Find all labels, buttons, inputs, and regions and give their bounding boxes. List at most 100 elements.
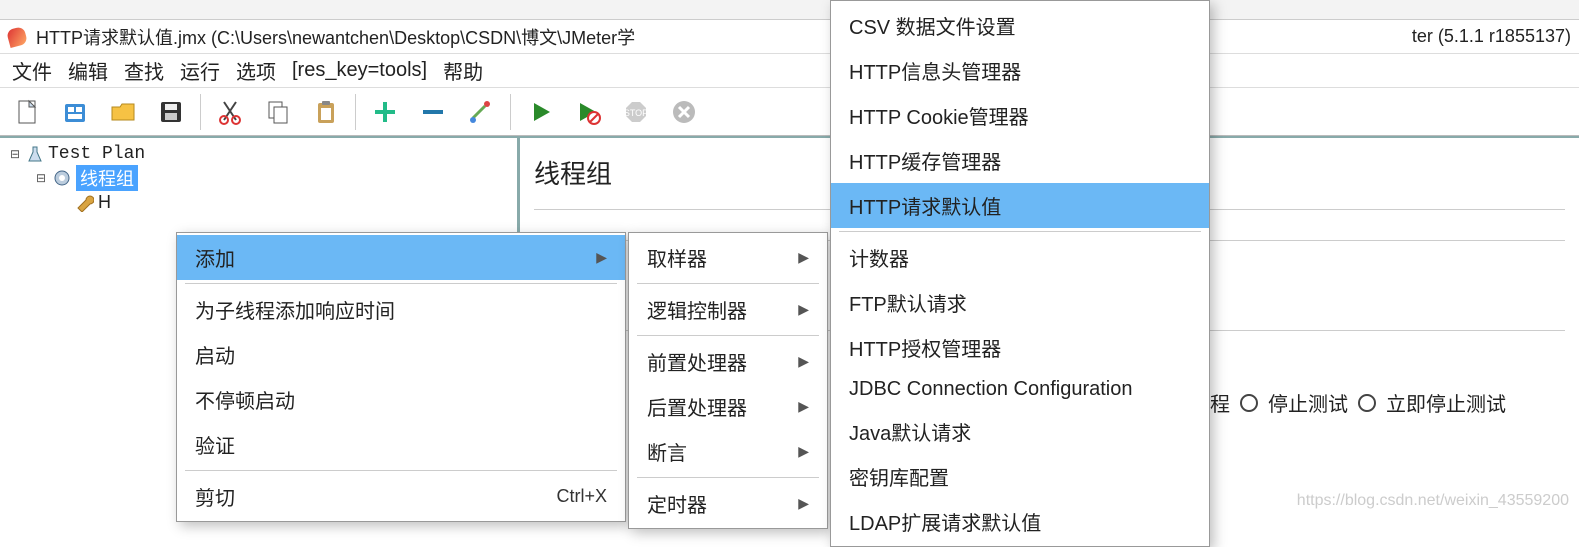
menu-item-java-defaults[interactable]: Java默认请求 <box>831 409 1209 454</box>
menu-item-ftp-defaults[interactable]: FTP默认请求 <box>831 280 1209 325</box>
tree-root-row[interactable]: ⊟ Test Plan <box>8 142 517 166</box>
menu-item-logic-controller[interactable]: 逻辑控制器 ▶ <box>629 287 827 332</box>
shutdown-icon[interactable] <box>663 92 705 132</box>
menu-item-add[interactable]: 添加 ▶ <box>177 235 625 280</box>
menu-help[interactable]: 帮助 <box>437 54 489 87</box>
menu-item-keystore-config[interactable]: 密钥库配置 <box>831 454 1209 499</box>
toolbar-separator <box>510 94 511 130</box>
menu-item-label: 断言 <box>647 437 687 466</box>
menu-item-label: 不停顿启动 <box>195 385 295 414</box>
menu-run[interactable]: 运行 <box>174 54 226 87</box>
chevron-right-icon: ▶ <box>798 301 809 318</box>
menu-tools[interactable]: [res_key=tools] <box>286 57 433 84</box>
menu-edit[interactable]: 编辑 <box>62 54 114 87</box>
menu-item-jdbc-connection[interactable]: JDBC Connection Configuration <box>831 370 1209 409</box>
menu-item-sampler[interactable]: 取样器▶ <box>629 235 827 280</box>
menu-item-label: Java默认请求 <box>849 417 971 446</box>
menu-item-label: HTTP授权管理器 <box>849 333 1001 362</box>
context-menu-main: 添加 ▶ 为子线程添加响应时间 启动 不停顿启动 验证 剪切 Ctrl+X <box>176 232 626 522</box>
menu-item-post-processor[interactable]: 后置处理器 ▶ <box>629 384 827 429</box>
menu-item-label: 逻辑控制器 <box>647 295 747 324</box>
browser-tabs <box>0 0 1579 20</box>
chevron-right-icon: ▶ <box>798 353 809 370</box>
start-no-pause-icon[interactable] <box>567 92 609 132</box>
radio-label-stop: 停止测试 <box>1268 388 1348 417</box>
menu-item-label: 剪切 <box>195 482 235 511</box>
stop-icon[interactable]: STOP <box>615 92 657 132</box>
collapse-icon[interactable] <box>412 92 454 132</box>
menu-item-http-request-defaults[interactable]: HTTP请求默认值 <box>831 183 1209 228</box>
menu-item-label: LDAP扩展请求默认值 <box>849 507 1041 536</box>
jmeter-feather-icon <box>6 25 28 47</box>
radio-label-prefix: 程 <box>1210 388 1230 417</box>
menu-item-label: 计数器 <box>849 243 909 272</box>
menu-item-start-no-pause[interactable]: 不停顿启动 <box>177 377 625 422</box>
templates-icon[interactable] <box>54 92 96 132</box>
menu-item-label: HTTP请求默认值 <box>849 191 1001 220</box>
menu-item-assertion[interactable]: 断言 ▶ <box>629 429 827 474</box>
menu-options[interactable]: 选项 <box>230 54 282 87</box>
menu-item-http-cache-manager[interactable]: HTTP缓存管理器 <box>831 138 1209 183</box>
toggle-icon[interactable] <box>460 92 502 132</box>
menu-item-label: HTTP信息头管理器 <box>849 56 1021 85</box>
tree-child-label: H <box>98 192 111 213</box>
menu-item-label: 前置处理器 <box>647 347 747 376</box>
menu-shortcut: Ctrl+X <box>556 486 607 507</box>
menu-item-http-auth-manager[interactable]: HTTP授权管理器 <box>831 325 1209 370</box>
menu-item-label: CSV 数据文件设置 <box>849 11 1016 40</box>
menu-item-label: 后置处理器 <box>647 392 747 421</box>
menu-item-label: 取样器 <box>647 243 707 272</box>
menu-item-start[interactable]: 启动 <box>177 332 625 377</box>
gear-icon <box>52 168 72 188</box>
menu-item-pre-processor[interactable]: 前置处理器 ▶ <box>629 339 827 384</box>
expand-icon[interactable] <box>364 92 406 132</box>
menu-item-label: HTTP Cookie管理器 <box>849 101 1029 130</box>
copy-icon[interactable] <box>257 92 299 132</box>
chevron-right-icon: ▶ <box>798 398 809 415</box>
menu-divider <box>637 283 819 284</box>
menu-item-counter[interactable]: 计数器 <box>831 235 1209 280</box>
menu-item-validate[interactable]: 验证 <box>177 422 625 467</box>
new-file-icon[interactable] <box>6 92 48 132</box>
chevron-right-icon: ▶ <box>596 249 607 266</box>
tree-root-label: Test Plan <box>48 144 145 164</box>
menu-item-label: JDBC Connection Configuration <box>849 378 1133 401</box>
menu-item-label: 验证 <box>195 430 235 459</box>
menu-item-label: 添加 <box>195 243 235 272</box>
menu-divider <box>185 470 617 471</box>
chevron-right-icon: ▶ <box>798 443 809 460</box>
svg-text:STOP: STOP <box>624 108 648 118</box>
menu-item-csv-data-set[interactable]: CSV 数据文件设置 <box>831 3 1209 48</box>
menu-item-timer[interactable]: 定时器▶ <box>629 481 827 526</box>
start-icon[interactable] <box>519 92 561 132</box>
menu-item-cut[interactable]: 剪切 Ctrl+X <box>177 474 625 519</box>
menu-file[interactable]: 文件 <box>6 54 58 87</box>
flask-icon <box>26 145 44 163</box>
window-title-right: ter (5.1.1 r1855137) <box>1412 26 1571 47</box>
menu-item-label: 为子线程添加响应时间 <box>195 295 395 324</box>
tree-child-row[interactable]: H <box>8 190 517 214</box>
toolbar: STOP <box>0 88 1579 136</box>
menu-divider <box>185 283 617 284</box>
cut-icon[interactable] <box>209 92 251 132</box>
window-titlebar: HTTP请求默认值.jmx (C:\Users\newantchen\Deskt… <box>0 20 1579 54</box>
menu-item-add-think-time[interactable]: 为子线程添加响应时间 <box>177 287 625 332</box>
radio-stop-now[interactable] <box>1358 394 1376 412</box>
radio-group: 程 停止测试 立即停止测试 <box>1210 388 1506 417</box>
menu-item-label: HTTP缓存管理器 <box>849 146 1001 175</box>
save-icon[interactable] <box>150 92 192 132</box>
tree-toggle-icon[interactable]: ⊟ <box>34 171 48 185</box>
menu-search[interactable]: 查找 <box>118 54 170 87</box>
menu-item-label: FTP默认请求 <box>849 288 967 317</box>
tree-thread-group-label: 线程组 <box>76 165 138 191</box>
paste-icon[interactable] <box>305 92 347 132</box>
menu-item-http-cookie-manager[interactable]: HTTP Cookie管理器 <box>831 93 1209 138</box>
tree-toggle-icon[interactable]: ⊟ <box>8 147 22 161</box>
tree-thread-group-row[interactable]: ⊟ 线程组 <box>8 166 517 190</box>
open-icon[interactable] <box>102 92 144 132</box>
chevron-right-icon: ▶ <box>798 495 809 512</box>
menu-item-http-header-manager[interactable]: HTTP信息头管理器 <box>831 48 1209 93</box>
radio-stop-test[interactable] <box>1240 394 1258 412</box>
menu-item-ldap-ext-defaults[interactable]: LDAP扩展请求默认值 <box>831 499 1209 544</box>
menu-item-label: 密钥库配置 <box>849 462 949 491</box>
